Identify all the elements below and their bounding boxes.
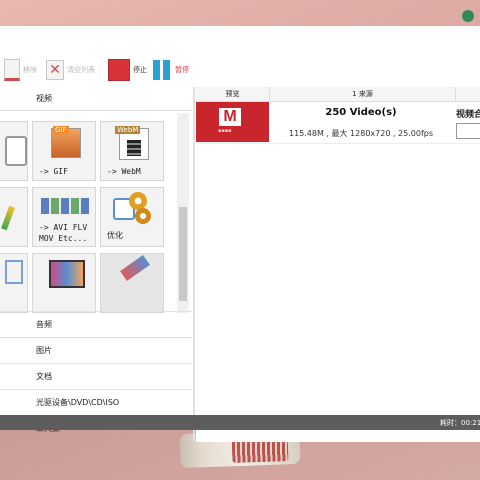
output-field[interactable] bbox=[456, 123, 480, 139]
panel-divider bbox=[193, 87, 195, 441]
convert-icon bbox=[5, 136, 27, 166]
scrollbar-thumb[interactable] bbox=[179, 207, 187, 301]
stop-button[interactable]: 停止 bbox=[108, 58, 147, 82]
remove-button[interactable]: 移除 bbox=[4, 58, 37, 82]
category-optical-disc-label: 光驱设备\DVD\CD\ISO bbox=[36, 398, 120, 407]
elapsed-time: 耗时：00:21 bbox=[440, 419, 480, 427]
category-video-label: 视频 bbox=[36, 94, 52, 103]
crop-icon bbox=[5, 260, 23, 284]
stop-icon bbox=[108, 59, 130, 81]
gears-icon bbox=[113, 192, 153, 226]
category-document[interactable]: 文档 bbox=[0, 363, 192, 389]
stop-label: 停止 bbox=[133, 66, 147, 74]
tile-convert-partial[interactable] bbox=[0, 121, 28, 181]
film-icon bbox=[127, 140, 141, 156]
tile-to-avi-flv-mov[interactable]: -> AVI FLV MOV Etc... bbox=[32, 187, 96, 247]
category-audio-label: 音频 bbox=[36, 320, 52, 329]
video-tool-grid: GIF -> GIF WebM -> WebM -> AVI FLV MOV E… bbox=[0, 113, 176, 313]
category-image[interactable]: 图片 bbox=[0, 337, 192, 363]
category-optical-disc[interactable]: 光驱设备\DVD\CD\ISO bbox=[0, 389, 192, 415]
clear-list-button[interactable]: ✕ 清空列表 bbox=[46, 58, 95, 82]
category-image-label: 图片 bbox=[36, 346, 52, 355]
status-bar: 耗时：00:21 bbox=[0, 415, 480, 430]
category-document-label: 文档 bbox=[36, 372, 52, 381]
tile-to-gif-label: -> GIF bbox=[39, 167, 68, 176]
tile-crop-partial[interactable] bbox=[0, 253, 28, 313]
filmstrip-icon bbox=[49, 260, 85, 288]
clear-list-label: 清空列表 bbox=[67, 66, 95, 74]
eraser-icon bbox=[120, 255, 150, 281]
tile-edit-partial[interactable] bbox=[0, 187, 28, 247]
output-label: 视频合 bbox=[456, 110, 480, 120]
tile-eraser[interactable] bbox=[100, 253, 164, 313]
gif-badge: GIF bbox=[53, 126, 69, 134]
document-icon bbox=[4, 59, 20, 81]
tile-to-webm[interactable]: WebM -> WebM bbox=[100, 121, 164, 181]
category-video[interactable]: 视频 bbox=[0, 87, 192, 111]
category-audio[interactable]: 音频 bbox=[0, 311, 192, 337]
video-logo-icon: M bbox=[219, 108, 241, 126]
background-decoration bbox=[462, 10, 474, 22]
edit-icon bbox=[1, 205, 15, 231]
col-source[interactable]: 1 来源 bbox=[270, 87, 456, 101]
category-scrollbar[interactable] bbox=[177, 113, 189, 313]
right-blank-area bbox=[196, 143, 480, 442]
pause-label: 暂停 bbox=[175, 66, 189, 74]
toolbar: 移除 ✕ 清空列表 停止 暂停 bbox=[0, 56, 480, 86]
file-list-header: 预览 1 来源 bbox=[196, 87, 480, 102]
source-info: 115.48M , 最大 1280x720 , 25.00fps bbox=[288, 129, 434, 138]
formats-icon bbox=[41, 198, 89, 214]
logo-subtext: ▪▪▪▪ bbox=[218, 128, 232, 134]
tile-optimize[interactable]: 优化 bbox=[100, 187, 164, 247]
tile-optimize-label: 优化 bbox=[107, 231, 123, 240]
col-preview[interactable]: 预览 bbox=[196, 87, 270, 101]
webm-badge: WebM bbox=[115, 126, 141, 134]
tile-to-webm-label: -> WebM bbox=[107, 167, 141, 176]
source-title: 250 Video(s) bbox=[325, 107, 397, 118]
pause-icon bbox=[152, 60, 172, 80]
preview-thumbnail: M ▪▪▪▪ bbox=[196, 102, 269, 142]
clear-icon: ✕ bbox=[46, 60, 64, 80]
category-panel: 视频 GIF -> GIF WebM -> WebM -> AVI FLV MO… bbox=[0, 87, 192, 441]
pause-button[interactable]: 暂停 bbox=[152, 58, 189, 82]
tile-to-gif[interactable]: GIF -> GIF bbox=[32, 121, 96, 181]
remove-label: 移除 bbox=[23, 66, 37, 74]
tile-to-avi-label: -> AVI FLV MOV Etc... bbox=[39, 223, 88, 243]
tile-video-effects[interactable] bbox=[32, 253, 96, 313]
app-window: 移除 ✕ 清空列表 停止 暂停 视频 GIF -> GIF WebM -> We… bbox=[0, 26, 480, 442]
